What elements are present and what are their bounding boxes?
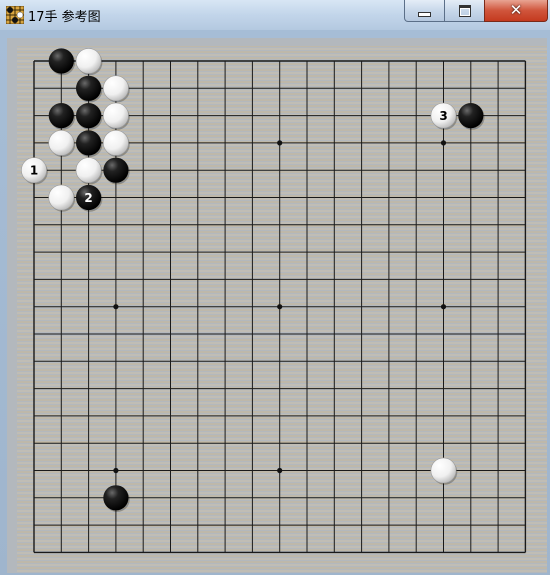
close-button[interactable]: ✕ xyxy=(484,0,548,22)
move-number-label: 2 xyxy=(84,191,92,205)
app-window: 17手 参考图 ✕ 1 2 3 xyxy=(0,0,550,575)
move-number-label: 1 xyxy=(30,164,38,178)
maximize-icon xyxy=(458,4,471,17)
star-point xyxy=(440,304,447,310)
star-point xyxy=(440,140,447,146)
window-title: 17手 参考图 xyxy=(28,10,101,25)
star-point xyxy=(113,467,119,474)
star-point xyxy=(277,467,283,474)
move-number-label: 3 xyxy=(439,109,447,123)
minimize-button[interactable] xyxy=(404,0,445,22)
go-board-app-icon xyxy=(6,6,24,24)
star-point xyxy=(277,304,283,310)
go-board[interactable]: 1 2 3 xyxy=(7,38,547,573)
board-area: 1 2 3 xyxy=(7,38,547,573)
maximize-button[interactable] xyxy=(444,0,485,22)
star-point xyxy=(113,304,119,310)
close-icon: ✕ xyxy=(509,1,523,19)
minimize-icon xyxy=(418,12,431,17)
title-bar[interactable]: 17手 参考图 ✕ xyxy=(0,0,550,30)
star-point xyxy=(277,140,283,146)
